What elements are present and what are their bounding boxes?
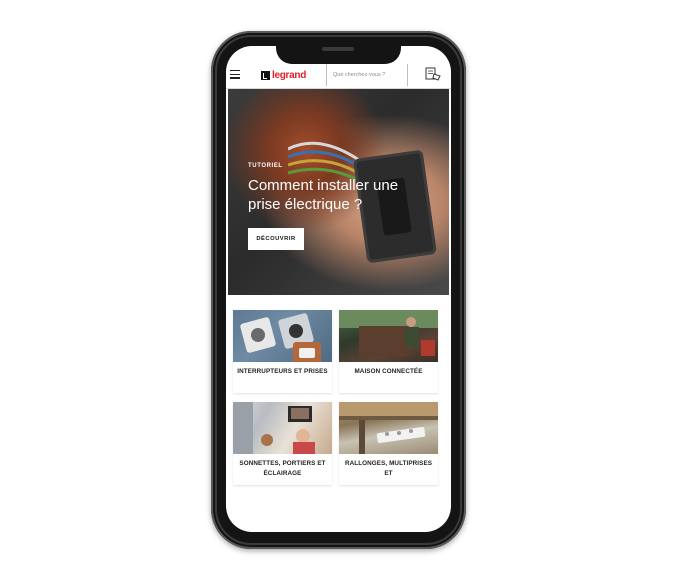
- cart-icon[interactable]: [425, 67, 441, 81]
- category-image: [339, 310, 438, 362]
- logo-text: legrand: [272, 69, 307, 81]
- category-label: INTERRUPTEURS ET PRISES: [237, 368, 328, 375]
- header-divider: [326, 64, 327, 86]
- hero-tag: TUTORIEL: [248, 163, 283, 169]
- discover-button[interactable]: DÉCOUVRIR: [248, 228, 304, 250]
- hero-banner[interactable]: TUTORIEL Comment installer une prise éle…: [228, 89, 449, 295]
- category-card-doorbells[interactable]: SONNETTES, PORTIERS ET ÉCLAIRAGE: [233, 402, 332, 485]
- category-card-switches[interactable]: INTERRUPTEURS ET PRISES: [233, 310, 332, 393]
- phone-speaker: [322, 47, 354, 51]
- category-label: MAISON CONNECTÉE: [354, 368, 423, 375]
- category-label: SONNETTES, PORTIERS ET ÉCLAIRAGE: [239, 460, 326, 477]
- phone-screen: legrand Que cherchez-vous ? TUTORIEL Com…: [226, 46, 451, 532]
- category-label: RALLONGES, MULTIPRISES ET: [344, 460, 433, 477]
- header-divider: [407, 64, 408, 86]
- phone-notch: [276, 40, 401, 64]
- category-card-extensions[interactable]: RALLONGES, MULTIPRISES ET: [339, 402, 438, 485]
- hero-title: Comment installer une prise électrique ?: [248, 177, 399, 213]
- legrand-logo[interactable]: legrand: [261, 69, 306, 81]
- search-input[interactable]: Que cherchez-vous ?: [333, 69, 403, 81]
- legrand-logo-mark: [261, 70, 270, 80]
- category-image: [233, 310, 332, 362]
- menu-icon[interactable]: [230, 70, 240, 79]
- category-card-smart-home[interactable]: MAISON CONNECTÉE: [339, 310, 438, 393]
- category-image: [339, 402, 438, 454]
- site-header: legrand Que cherchez-vous ?: [226, 60, 451, 89]
- category-image: [233, 402, 332, 454]
